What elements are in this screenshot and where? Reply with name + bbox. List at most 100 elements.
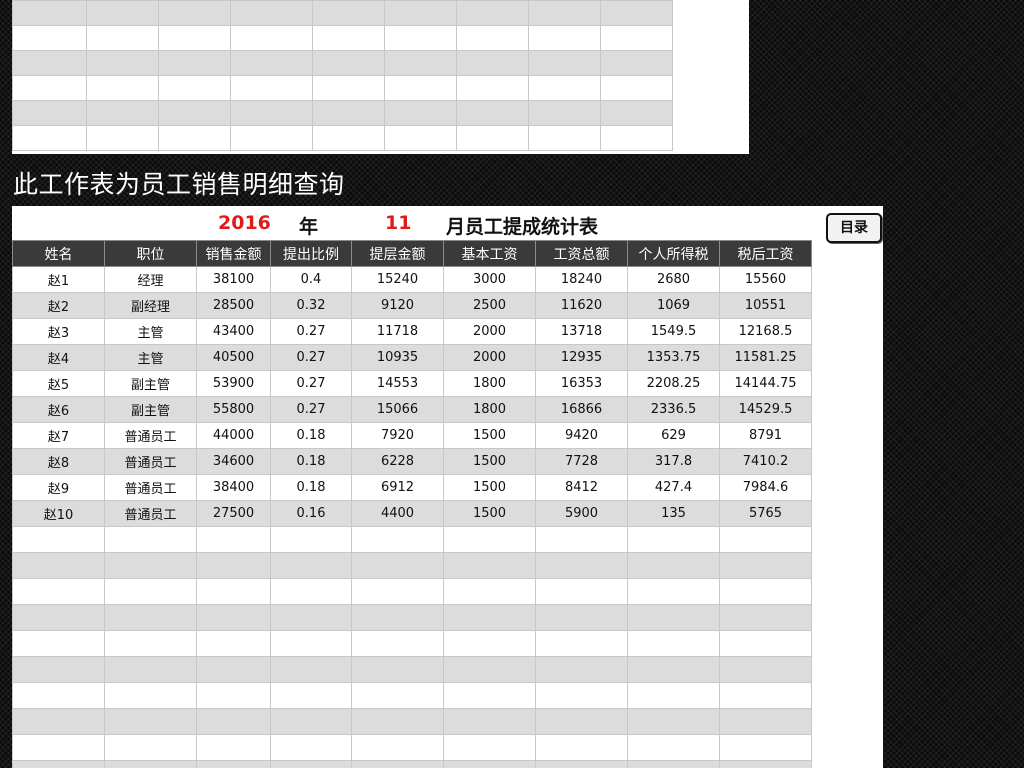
empty-cell[interactable] [627, 604, 720, 631]
table-cell[interactable]: 赵9 [12, 474, 105, 501]
empty-cell[interactable] [104, 604, 197, 631]
table-cell[interactable]: 1500 [443, 474, 536, 501]
table-cell[interactable]: 0.32 [270, 292, 352, 319]
table-cell[interactable]: 38400 [196, 474, 271, 501]
empty-cell[interactable] [719, 656, 812, 683]
table-cell[interactable]: 55800 [196, 396, 271, 423]
empty-cell[interactable] [12, 75, 87, 101]
empty-cell[interactable] [443, 682, 536, 709]
empty-cell[interactable] [528, 100, 601, 126]
empty-cell[interactable] [600, 75, 673, 101]
empty-cell[interactable] [351, 734, 444, 761]
empty-cell[interactable] [12, 630, 105, 657]
empty-cell[interactable] [456, 125, 529, 151]
empty-cell[interactable] [230, 125, 313, 151]
empty-cell[interactable] [12, 578, 105, 605]
empty-cell[interactable] [719, 578, 812, 605]
empty-cell[interactable] [86, 50, 159, 76]
empty-cell[interactable] [719, 708, 812, 735]
table-cell[interactable]: 赵5 [12, 370, 105, 397]
table-cell[interactable]: 13718 [535, 318, 628, 345]
empty-cell[interactable] [456, 100, 529, 126]
table-cell[interactable]: 1069 [627, 292, 720, 319]
table-cell[interactable]: 317.8 [627, 448, 720, 475]
table-cell[interactable]: 2680 [627, 266, 720, 293]
empty-cell[interactable] [443, 552, 536, 579]
empty-cell[interactable] [196, 526, 271, 553]
table-cell[interactable]: 主管 [104, 344, 197, 371]
empty-cell[interactable] [627, 552, 720, 579]
empty-cell[interactable] [719, 552, 812, 579]
empty-cell[interactable] [12, 552, 105, 579]
table-cell[interactable]: 5900 [535, 500, 628, 527]
empty-cell[interactable] [270, 682, 352, 709]
empty-cell[interactable] [351, 630, 444, 657]
column-header[interactable]: 提出比例 [270, 240, 352, 267]
empty-cell[interactable] [627, 526, 720, 553]
table-cell[interactable]: 0.27 [270, 318, 352, 345]
table-cell[interactable]: 赵2 [12, 292, 105, 319]
empty-cell[interactable] [86, 125, 159, 151]
table-cell[interactable]: 1800 [443, 396, 536, 423]
empty-cell[interactable] [196, 552, 271, 579]
empty-cell[interactable] [351, 682, 444, 709]
table-cell[interactable]: 0.18 [270, 474, 352, 501]
table-cell[interactable]: 1500 [443, 448, 536, 475]
column-header[interactable]: 个人所得税 [627, 240, 720, 267]
empty-cell[interactable] [384, 25, 457, 51]
menu-button[interactable]: 目录 [826, 213, 882, 243]
empty-cell[interactable] [312, 100, 385, 126]
table-cell[interactable]: 11581.25 [719, 344, 812, 371]
empty-cell[interactable] [230, 100, 313, 126]
empty-cell[interactable] [528, 75, 601, 101]
table-cell[interactable]: 0.4 [270, 266, 352, 293]
table-cell[interactable]: 38100 [196, 266, 271, 293]
table-cell[interactable]: 15560 [719, 266, 812, 293]
table-cell[interactable]: 629 [627, 422, 720, 449]
empty-cell[interactable] [535, 630, 628, 657]
table-cell[interactable]: 0.27 [270, 344, 352, 371]
table-cell[interactable]: 135 [627, 500, 720, 527]
empty-cell[interactable] [719, 682, 812, 709]
empty-cell[interactable] [158, 25, 231, 51]
empty-cell[interactable] [312, 25, 385, 51]
empty-cell[interactable] [443, 526, 536, 553]
empty-cell[interactable] [12, 25, 87, 51]
empty-cell[interactable] [12, 100, 87, 126]
empty-cell[interactable] [270, 630, 352, 657]
table-cell[interactable]: 赵10 [12, 500, 105, 527]
empty-cell[interactable] [158, 100, 231, 126]
empty-cell[interactable] [443, 656, 536, 683]
table-cell[interactable]: 427.4 [627, 474, 720, 501]
empty-cell[interactable] [535, 656, 628, 683]
empty-cell[interactable] [12, 604, 105, 631]
empty-cell[interactable] [443, 760, 536, 768]
empty-cell[interactable] [443, 578, 536, 605]
empty-cell[interactable] [384, 50, 457, 76]
table-cell[interactable]: 副主管 [104, 370, 197, 397]
table-cell[interactable]: 14553 [351, 370, 444, 397]
table-cell[interactable]: 18240 [535, 266, 628, 293]
table-cell[interactable]: 1500 [443, 422, 536, 449]
empty-cell[interactable] [627, 734, 720, 761]
table-cell[interactable]: 经理 [104, 266, 197, 293]
table-cell[interactable]: 12168.5 [719, 318, 812, 345]
empty-cell[interactable] [270, 526, 352, 553]
table-cell[interactable]: 8791 [719, 422, 812, 449]
empty-cell[interactable] [12, 125, 87, 151]
table-cell[interactable]: 1549.5 [627, 318, 720, 345]
empty-cell[interactable] [312, 50, 385, 76]
empty-cell[interactable] [86, 0, 159, 26]
table-cell[interactable]: 0.18 [270, 422, 352, 449]
column-header[interactable]: 基本工资 [443, 240, 536, 267]
empty-cell[interactable] [627, 682, 720, 709]
empty-cell[interactable] [627, 708, 720, 735]
empty-cell[interactable] [270, 656, 352, 683]
column-header[interactable]: 姓名 [12, 240, 105, 267]
empty-cell[interactable] [230, 50, 313, 76]
empty-cell[interactable] [104, 682, 197, 709]
empty-cell[interactable] [600, 125, 673, 151]
table-cell[interactable]: 7920 [351, 422, 444, 449]
empty-cell[interactable] [351, 526, 444, 553]
table-cell[interactable]: 赵3 [12, 318, 105, 345]
